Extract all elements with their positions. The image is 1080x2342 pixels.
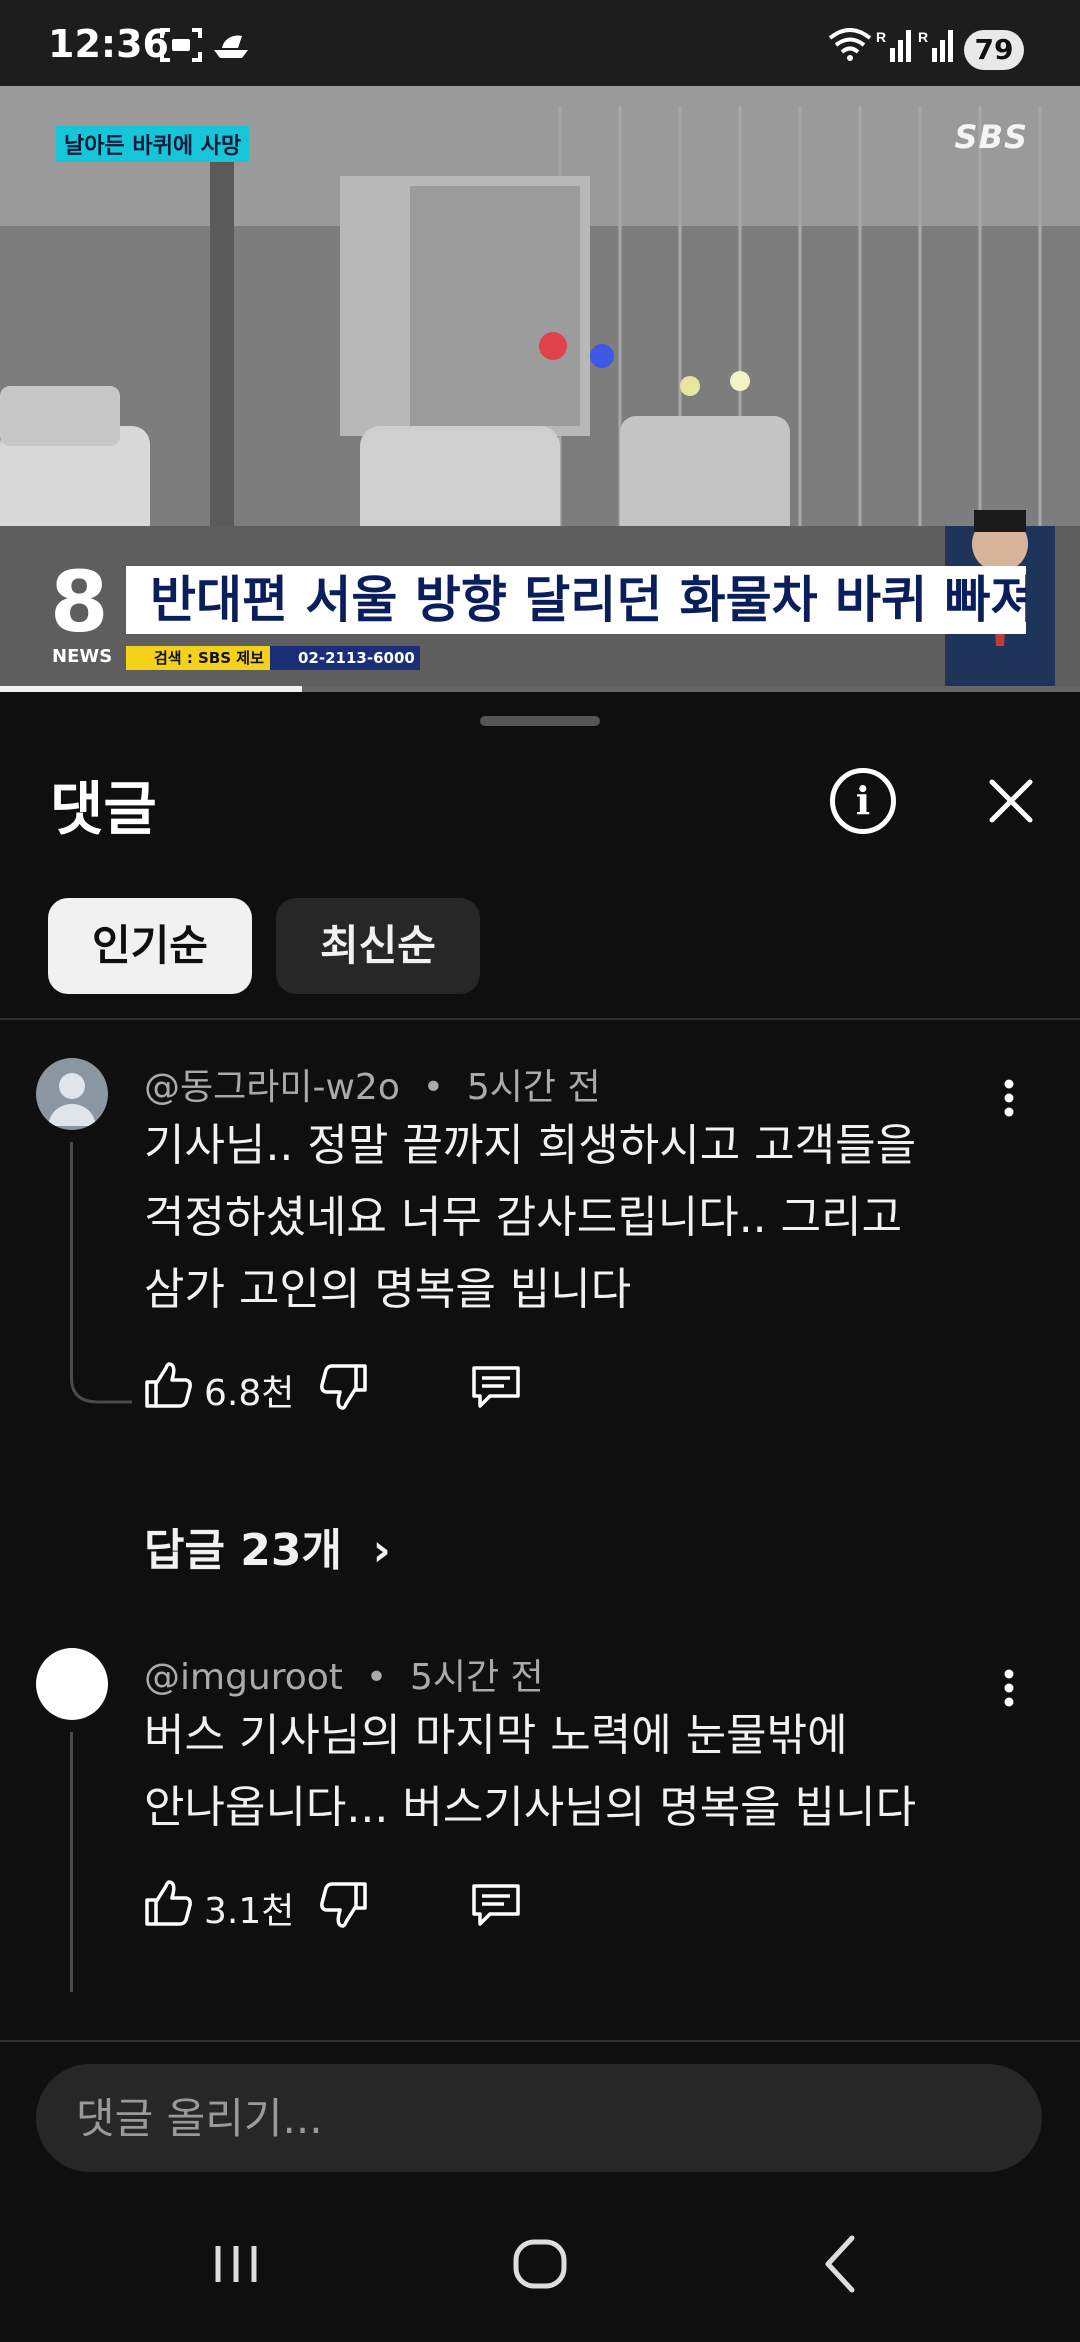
thread-curve bbox=[70, 1358, 132, 1404]
chevron-right-icon: › bbox=[357, 1525, 391, 1576]
svg-text:R: R bbox=[918, 29, 928, 45]
boat-icon bbox=[214, 35, 248, 58]
comment-text: 기사님.. 정말 끝까지 희생하시고 고객들을 걱정하셨네요 너무 감사드립니다… bbox=[144, 1110, 1004, 1326]
comment-line: 삼가 고인의 명복을 빕니다 bbox=[144, 1264, 632, 1315]
home-button[interactable] bbox=[500, 2224, 580, 2304]
system-nav-bar bbox=[0, 2190, 1080, 2340]
avatar[interactable] bbox=[36, 1648, 108, 1720]
recent-apps-button[interactable] bbox=[196, 2224, 276, 2304]
more-vert-icon bbox=[1004, 1669, 1014, 1707]
dislike-button[interactable] bbox=[318, 1874, 368, 1934]
comment-item: @imguroot • 5시간 전 버스 기사님의 마지막 노력에 눈물밖에 안… bbox=[0, 1648, 1080, 1992]
comment-time: 5시간 전 bbox=[466, 1067, 601, 1108]
sheet-title: 댓글 bbox=[50, 775, 157, 843]
comment-line: 버스 기사님의 마지막 노력에 눈물밖에 bbox=[144, 1710, 848, 1761]
comment-line: 기사님.. 정말 끝까지 희생하시고 고객들을 bbox=[144, 1120, 917, 1171]
like-button[interactable] bbox=[144, 1874, 194, 1934]
comment-line: 걱정하셨네요 너무 감사드립니다.. 그리고 bbox=[144, 1192, 903, 1243]
more-vert-icon bbox=[1004, 1079, 1014, 1117]
comment-input[interactable] bbox=[36, 2064, 1042, 2172]
filter-chip-top[interactable]: 인기순 bbox=[48, 898, 252, 994]
close-button[interactable] bbox=[978, 768, 1044, 834]
meta-separator: • bbox=[411, 1067, 456, 1108]
battery-indicator: 79 bbox=[964, 30, 1024, 70]
recent-apps-icon bbox=[215, 2246, 257, 2282]
dislike-button[interactable] bbox=[318, 1356, 368, 1416]
comment-line: 안나옵니다... 버스기사님의 명복을 빕니다 bbox=[144, 1782, 917, 1833]
thumbs-up-icon bbox=[145, 1362, 192, 1408]
thumbs-down-icon bbox=[320, 1882, 367, 1928]
news-topic-tag: 날아든 바퀴에 사망 bbox=[56, 126, 250, 162]
comment-meta: @imguroot • 5시간 전 bbox=[144, 1648, 544, 1700]
thumbs-up-icon bbox=[145, 1880, 192, 1926]
filter-chip-newest[interactable]: 최신순 bbox=[276, 898, 480, 994]
thumbs-down-icon bbox=[320, 1364, 367, 1410]
reply-comment-icon bbox=[472, 1884, 520, 1926]
comment-author[interactable]: @imguroot bbox=[144, 1657, 343, 1698]
program-logo: 8 bbox=[50, 553, 109, 651]
info-button[interactable]: i bbox=[830, 768, 896, 834]
info-icon: i bbox=[855, 778, 871, 823]
status-bar: 12:36 R R 79 bbox=[0, 0, 1080, 86]
comment-actions: 6.8천 bbox=[144, 1356, 744, 1416]
avatar[interactable] bbox=[36, 1058, 108, 1130]
back-button[interactable] bbox=[800, 2224, 880, 2304]
signal-r-icon: R bbox=[876, 29, 911, 62]
svg-text:R: R bbox=[876, 29, 886, 45]
comment-item: @동그라미-w2o • 5시간 전 기사님.. 정말 끝까지 희생하시고 고객들… bbox=[0, 1058, 1080, 1414]
back-icon bbox=[825, 2235, 855, 2293]
phone-tag: 02-2113-6000 bbox=[270, 646, 420, 670]
screenshot-icon bbox=[160, 28, 202, 62]
comment-text: 버스 기사님의 마지막 노력에 눈물밖에 안나옵니다... 버스기사님의 명복을… bbox=[144, 1700, 1004, 1844]
signal-r-icon: R bbox=[918, 29, 953, 62]
reply-button[interactable] bbox=[468, 1356, 524, 1416]
meta-separator: • bbox=[354, 1657, 399, 1698]
replies-count: 답글 23개 bbox=[144, 1525, 342, 1576]
thread-line bbox=[70, 1142, 73, 1370]
wifi-icon bbox=[828, 28, 872, 61]
divider bbox=[0, 1018, 1080, 1020]
like-count: 3.1천 bbox=[204, 1891, 295, 1932]
like-count: 6.8천 bbox=[204, 1373, 295, 1414]
comment-time: 5시간 전 bbox=[409, 1657, 544, 1698]
default-avatar-icon bbox=[36, 1058, 108, 1130]
home-icon bbox=[513, 2239, 567, 2289]
search-tag: 검색 : SBS 제보 bbox=[126, 646, 270, 670]
reply-comment-icon bbox=[472, 1366, 520, 1408]
status-time: 12:36 bbox=[48, 22, 169, 66]
comment-actions: 3.1천 bbox=[144, 1874, 744, 1934]
channel-logo: SBS bbox=[954, 118, 1028, 156]
comment-meta: @동그라미-w2o • 5시간 전 bbox=[144, 1058, 601, 1110]
drag-handle[interactable] bbox=[480, 716, 600, 726]
comment-author[interactable]: @동그라미-w2o bbox=[144, 1067, 400, 1108]
close-icon bbox=[989, 779, 1033, 823]
reply-button[interactable] bbox=[468, 1874, 524, 1934]
like-button[interactable] bbox=[144, 1356, 194, 1416]
program-sublabel: NEWS bbox=[52, 646, 113, 667]
news-headline: 반대편 서울 방향 달리던 화물차 바퀴 빠져 bbox=[126, 566, 1026, 634]
video-player[interactable]: 날아든 바퀴에 사망 SBS 8 NEWS 반대편 서울 방향 달리던 화물차 … bbox=[0, 86, 1080, 692]
thread-line bbox=[70, 1732, 73, 1992]
view-replies-link[interactable]: 답글 23개 › bbox=[144, 1514, 391, 1578]
